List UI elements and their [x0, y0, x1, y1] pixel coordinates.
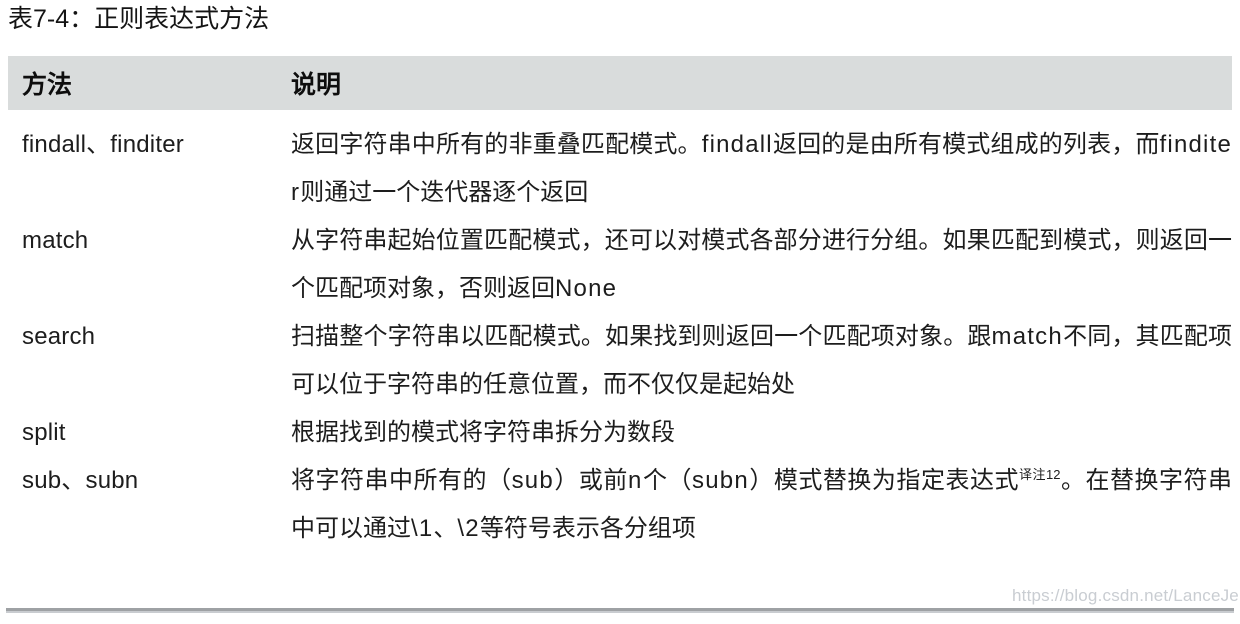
- table-body: findall、finditer 返回字符串中所有的非重叠匹配模式。findall…: [8, 110, 1232, 561]
- inline-code-term: findall: [701, 131, 773, 158]
- table-row: sub、subn 将字符串中所有的（sub）或前n个（subn）模式替换为指定表达…: [8, 457, 1232, 561]
- description-text: 返回字符串中所有的非重叠匹配模式。: [291, 131, 702, 158]
- cell-method: findall、finditer: [22, 131, 184, 158]
- inline-code-term: None: [555, 275, 618, 302]
- inline-code-term: subn: [692, 467, 749, 494]
- cell-description: 扫描整个字符串以匹配模式。如果找到则返回一个匹配项对象。跟match不同，其匹配…: [283, 313, 1232, 409]
- cell-description: 根据找到的模式将字符串拆分为数段: [283, 409, 1232, 457]
- translator-note-marker: 译注12: [1018, 467, 1061, 482]
- description-text: 根据找到的模式将字符串拆分为数段: [291, 419, 675, 446]
- table-header-row: 方法 说明: [8, 56, 1232, 110]
- cell-description: 将字符串中所有的（sub）或前n个（subn）模式替换为指定表达式译注12。在替…: [283, 457, 1232, 561]
- description-text: 则通过一个迭代器逐个返回: [300, 179, 589, 206]
- document-page: 表7-4：正则表达式方法 方法 说明 findall、finditer 返回字符串…: [0, 0, 1240, 624]
- cell-method: search: [22, 323, 96, 350]
- cell-description: 返回字符串中所有的非重叠匹配模式。findall返回的是由所有模式组成的列表，而…: [283, 110, 1232, 217]
- inline-code-term: sub: [511, 467, 554, 494]
- description-text: 返回的是由所有模式组成的列表，而: [772, 131, 1160, 158]
- table-bottom-rule-shadow: [6, 611, 1234, 613]
- cell-method: sub、subn: [22, 467, 139, 494]
- table-header: 方法 说明: [8, 56, 1232, 110]
- description-text: 扫描整个字符串以匹配模式。如果找到则返回一个匹配项对象。跟: [291, 323, 992, 350]
- description-text: 从字符串起始位置匹配模式，还可以对模式各部分进行分组。如果匹配到模式，则返回一个…: [291, 227, 1232, 302]
- cell-method: split: [22, 419, 66, 446]
- table-row: split 根据找到的模式将字符串拆分为数段: [8, 409, 1232, 457]
- regex-methods-table: 方法 说明 findall、finditer 返回字符串中所有的非重叠匹配模式。f…: [8, 56, 1232, 561]
- description-text: 等符号表示各分组项: [479, 515, 696, 542]
- watermark: https://blog.csdn.net/LanceJerry: [1012, 586, 1240, 605]
- description-text: ）模式替换为指定表达式: [748, 467, 1019, 494]
- description-text: 个（: [642, 467, 693, 494]
- cell-description: 从字符串起始位置匹配模式，还可以对模式各部分进行分组。如果匹配到模式，则返回一个…: [283, 217, 1232, 313]
- table-caption: 表7-4：正则表达式方法: [8, 5, 270, 33]
- column-header-description: 说明: [283, 56, 1232, 110]
- table-row: match 从字符串起始位置匹配模式，还可以对模式各部分进行分组。如果匹配到模式，…: [8, 217, 1232, 313]
- inline-code-term: n: [627, 467, 643, 494]
- column-header-method: 方法: [8, 56, 283, 110]
- table-row: findall、finditer 返回字符串中所有的非重叠匹配模式。findall…: [8, 110, 1232, 217]
- cell-method: match: [22, 227, 89, 254]
- inline-code-term: \1: [411, 515, 434, 542]
- inline-code-term: match: [991, 323, 1063, 350]
- description-text: 、: [433, 515, 458, 542]
- table-row: search 扫描整个字符串以匹配模式。如果找到则返回一个匹配项对象。跟match…: [8, 313, 1232, 409]
- description-text: ）或前: [553, 467, 628, 494]
- inline-code-term: \2: [457, 515, 480, 542]
- description-text: 将字符串中所有的（: [291, 467, 512, 494]
